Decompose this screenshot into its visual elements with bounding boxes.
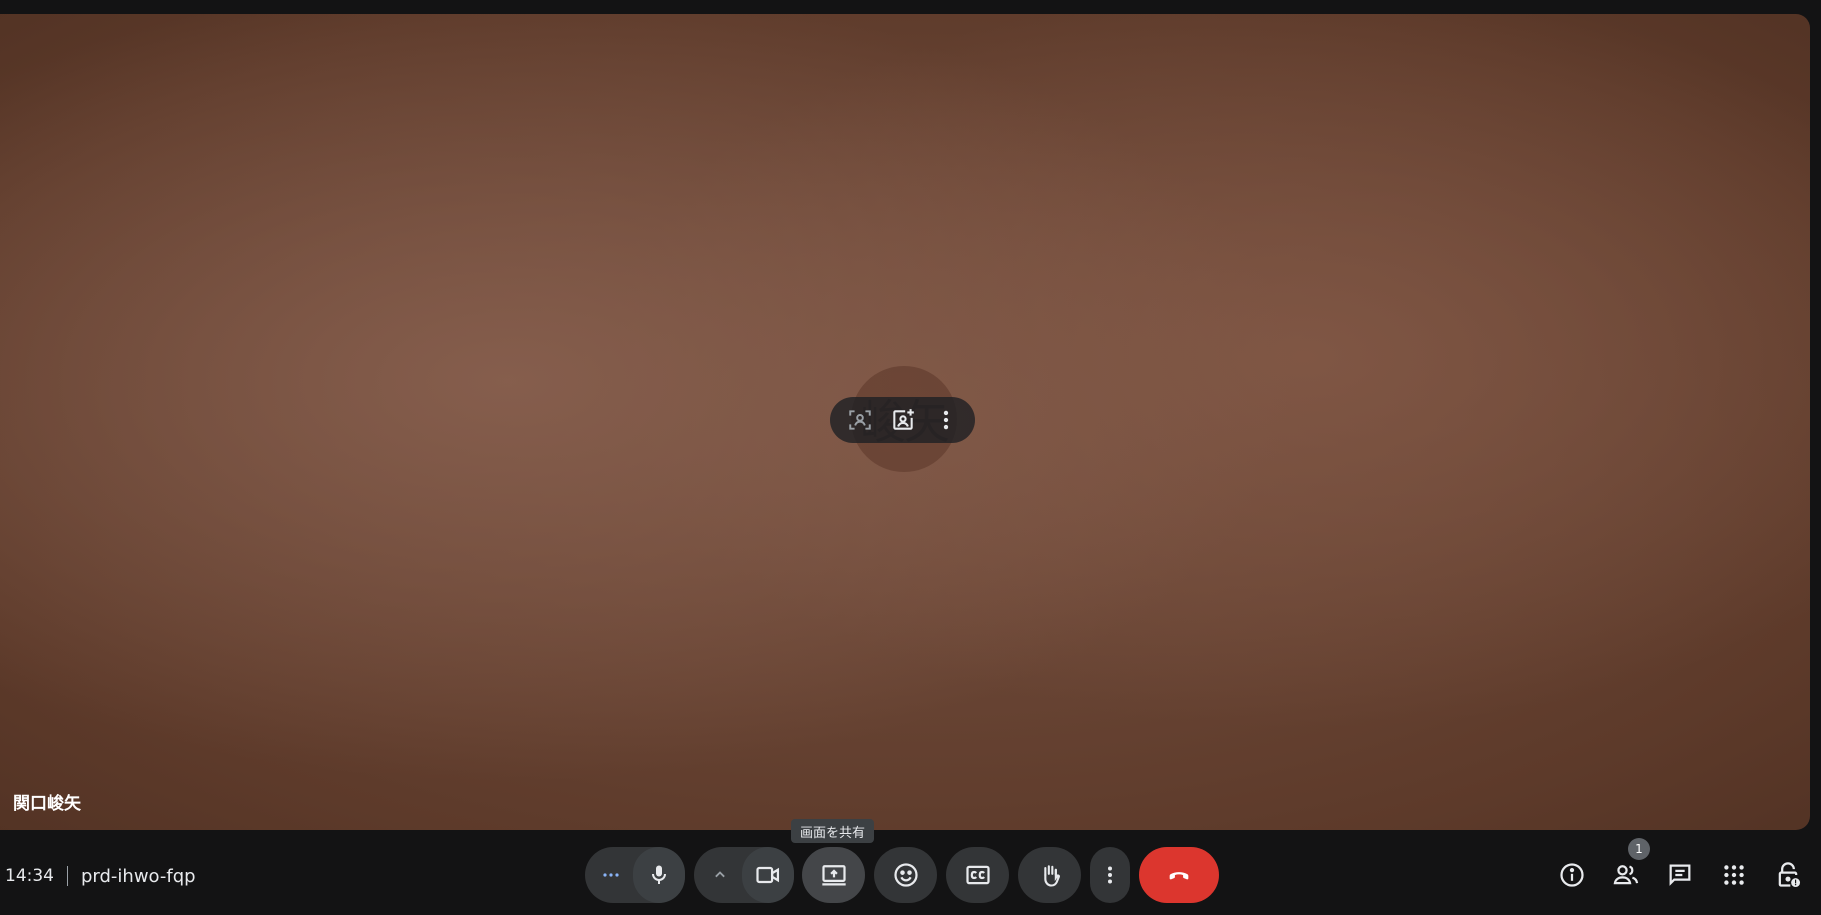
video-options-button[interactable] bbox=[694, 847, 746, 903]
meeting-code: prd-ihwo-fqp bbox=[81, 865, 196, 887]
present-screen-button[interactable] bbox=[802, 847, 865, 903]
present-tooltip: 画面を共有 bbox=[791, 819, 875, 843]
present-screen-icon bbox=[820, 861, 848, 889]
reactions-button[interactable] bbox=[874, 847, 937, 903]
raise-hand-icon bbox=[1036, 861, 1064, 889]
people-button[interactable] bbox=[1606, 855, 1646, 895]
mic-button[interactable] bbox=[633, 847, 685, 903]
participant-name: 関口峻矢 bbox=[13, 794, 81, 814]
people-count-badge: 1 bbox=[1628, 838, 1650, 860]
camera-button[interactable] bbox=[742, 847, 794, 903]
tile-toolbar bbox=[830, 397, 975, 443]
more-horiz-icon bbox=[599, 863, 623, 887]
meeting-details: 14:34 prd-ihwo-fqp bbox=[5, 862, 196, 890]
framing-icon bbox=[847, 407, 873, 433]
more-options-button[interactable] bbox=[1090, 847, 1130, 903]
chevron-up-icon bbox=[710, 865, 730, 885]
tile-more-button[interactable] bbox=[929, 403, 963, 437]
leave-call-button[interactable] bbox=[1139, 847, 1219, 903]
videocam-icon bbox=[754, 861, 782, 889]
emoji-icon bbox=[892, 861, 920, 889]
host-controls-button[interactable] bbox=[1768, 855, 1808, 895]
edit-background-button[interactable] bbox=[886, 403, 920, 437]
host-controls-icon bbox=[1774, 861, 1802, 889]
framing-button[interactable] bbox=[843, 403, 877, 437]
chat-button[interactable] bbox=[1660, 855, 1700, 895]
info-icon bbox=[1558, 861, 1586, 889]
edit-background-icon bbox=[890, 407, 916, 433]
captions-button[interactable] bbox=[946, 847, 1009, 903]
details-divider bbox=[67, 866, 68, 886]
more-options-icon bbox=[1098, 863, 1122, 887]
audio-options-button[interactable] bbox=[585, 847, 637, 903]
mic-icon bbox=[647, 863, 671, 887]
chat-icon bbox=[1666, 861, 1694, 889]
more-vert-icon bbox=[933, 407, 959, 433]
call-end-icon bbox=[1165, 861, 1193, 889]
video-stage: 峻矢 bbox=[0, 14, 1810, 830]
clock: 14:34 bbox=[5, 866, 54, 886]
people-icon bbox=[1612, 861, 1640, 889]
audio-control-group bbox=[585, 847, 685, 903]
meeting-details-button[interactable] bbox=[1552, 855, 1592, 895]
captions-icon bbox=[964, 861, 992, 889]
video-control-group bbox=[694, 847, 794, 903]
raise-hand-button[interactable] bbox=[1018, 847, 1081, 903]
apps-icon bbox=[1721, 862, 1747, 888]
activities-button[interactable] bbox=[1714, 855, 1754, 895]
